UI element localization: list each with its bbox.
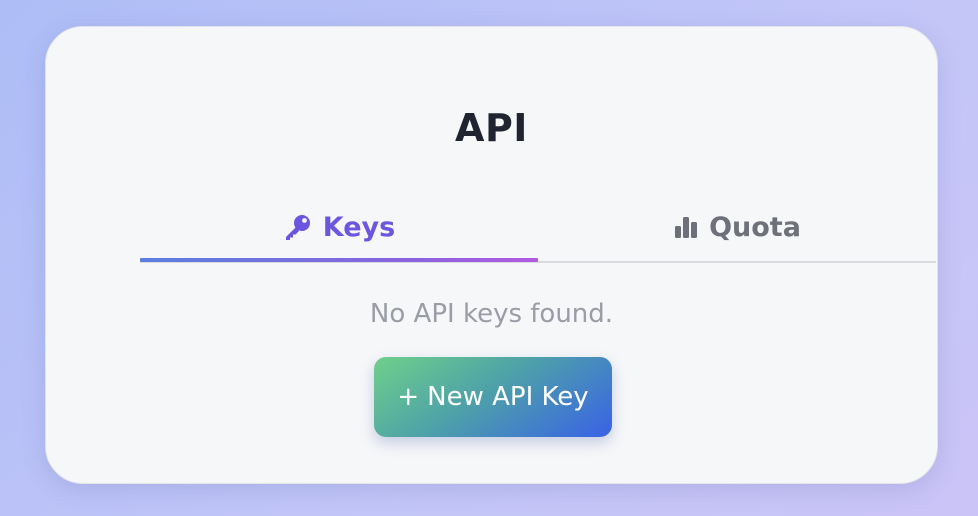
page-title: API — [455, 106, 528, 150]
bar-chart-icon — [673, 214, 699, 240]
empty-state-message: No API keys found. — [369, 299, 614, 329]
tab-keys-label: Keys — [322, 211, 396, 243]
active-tab-indicator — [140, 258, 538, 262]
tab-keys[interactable]: Keys — [140, 203, 538, 262]
tab-quota-label: Quota — [709, 211, 801, 243]
plus-icon: + — [397, 382, 420, 412]
api-card: API Keys Quota No API keys found. + New … — [45, 26, 938, 484]
new-api-key-button[interactable]: + New API Key — [374, 357, 612, 437]
tab-bar: Keys Quota — [140, 203, 936, 263]
key-icon — [283, 212, 313, 242]
new-api-key-button-label: New API Key — [427, 382, 589, 412]
tab-quota[interactable]: Quota — [538, 203, 936, 251]
